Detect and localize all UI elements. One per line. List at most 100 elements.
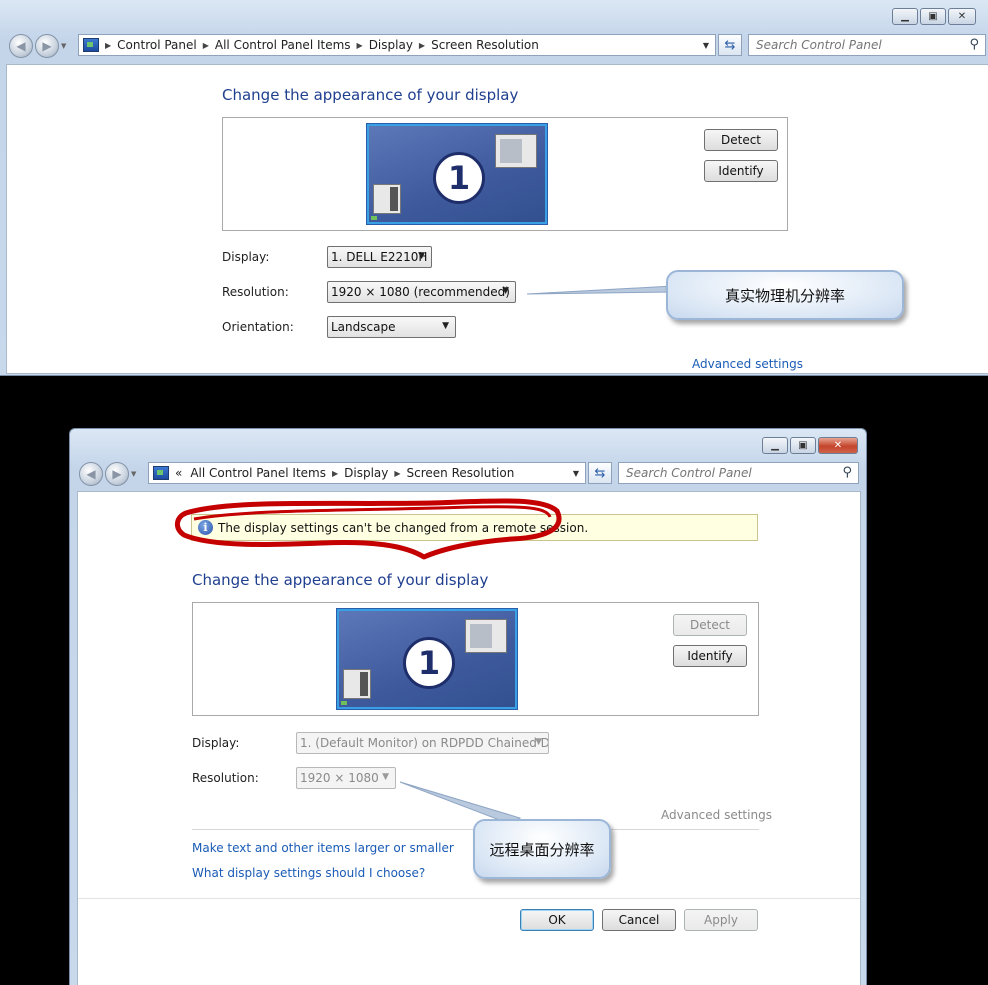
top-nav-buttons: ◀ ▶ ▼: [9, 32, 71, 60]
refresh-button[interactable]: ⇆: [588, 462, 612, 484]
maximize-button[interactable]: ▣: [920, 8, 946, 25]
monitor-number: 1: [403, 637, 455, 689]
breadcrumb-separator: ▶: [394, 468, 401, 478]
forward-arrow-icon: ▶: [112, 467, 122, 481]
breadcrumb-separator: ▶: [356, 40, 363, 50]
chevron-down-icon: ▼: [502, 286, 509, 296]
advanced-settings-link[interactable]: Advanced settings: [692, 357, 803, 371]
address-dropdown-icon[interactable]: ▼: [703, 41, 709, 50]
search-box[interactable]: ⚲: [748, 34, 986, 56]
refresh-button[interactable]: ⇆: [718, 34, 742, 56]
minimize-icon: ▁: [901, 11, 909, 22]
chevron-down-icon: ▼: [535, 737, 542, 747]
monitor-preview-box: 1 Detect Identify: [222, 117, 788, 231]
resolution-select[interactable]: 1920 × 1080 ▼: [296, 767, 396, 789]
bottom-nav-buttons: ◀ ▶ ▼: [79, 460, 141, 488]
maximize-button[interactable]: ▣: [790, 437, 816, 454]
minimize-button[interactable]: ▁: [892, 8, 918, 25]
bottom-content-pane: i The display settings can't be changed …: [77, 491, 861, 985]
identify-button[interactable]: Identify: [704, 160, 778, 182]
window-thumbnail-icon: [495, 134, 537, 168]
resolution-select-value: 1920 × 1080 (recommended): [331, 285, 510, 299]
breadcrumb-control-panel[interactable]: Control Panel: [117, 38, 197, 52]
control-panel-icon: [153, 466, 169, 480]
search-icon[interactable]: ⚲: [969, 37, 979, 52]
ok-button[interactable]: OK: [520, 909, 594, 931]
detect-button[interactable]: Detect: [673, 614, 747, 636]
close-icon: ✕: [957, 11, 967, 22]
monitor-preview-box: 1 Detect Identify: [192, 602, 759, 716]
breadcrumb-overflow[interactable]: «: [175, 466, 182, 480]
display-select[interactable]: 1. DELL E2210H ▼: [327, 246, 432, 268]
display-select[interactable]: 1. (Default Monitor) on RDPDD Chained DD…: [296, 732, 549, 754]
back-arrow-icon: ◀: [86, 467, 96, 481]
monitor-1-tile[interactable]: 1: [367, 124, 547, 224]
chevron-down-icon: ▼: [442, 321, 449, 331]
top-content-pane: Change the appearance of your display 1 …: [6, 64, 988, 374]
minimize-icon: ▁: [771, 440, 779, 451]
chevron-down-icon: ▼: [382, 772, 389, 782]
address-bar[interactable]: « All Control Panel Items ▶ Display ▶ Sc…: [148, 462, 586, 484]
remote-resolution-callout: 远程桌面分辨率: [473, 819, 611, 879]
page-title: Change the appearance of your display: [192, 571, 489, 589]
breadcrumb-all-items[interactable]: All Control Panel Items: [215, 38, 351, 52]
recent-pages-dropdown[interactable]: ▼: [131, 470, 141, 478]
cancel-button[interactable]: Cancel: [602, 909, 676, 931]
resolution-select-value: 1920 × 1080: [300, 771, 379, 785]
forward-button[interactable]: ▶: [105, 462, 129, 486]
monitor-1-tile[interactable]: 1: [337, 609, 517, 709]
page-title: Change the appearance of your display: [222, 86, 519, 104]
refresh-icon: ⇆: [724, 37, 736, 53]
close-button[interactable]: ✕: [818, 437, 858, 454]
chevron-down-icon: ▼: [418, 251, 425, 261]
close-icon: ✕: [833, 440, 843, 451]
search-input[interactable]: [626, 466, 826, 480]
back-arrow-icon: ◀: [16, 39, 26, 53]
text-size-link[interactable]: Make text and other items larger or smal…: [192, 841, 454, 855]
orientation-select[interactable]: Landscape ▼: [327, 316, 456, 338]
address-dropdown-icon[interactable]: ▼: [573, 469, 579, 478]
apply-button[interactable]: Apply: [684, 909, 758, 931]
start-button-icon: [341, 701, 347, 705]
control-panel-icon: [83, 38, 99, 52]
breadcrumb-display[interactable]: Display: [344, 466, 388, 480]
physical-resolution-callout: 真实物理机分辨率: [666, 270, 904, 320]
maximize-icon: ▣: [798, 440, 808, 451]
breadcrumb-display[interactable]: Display: [369, 38, 413, 52]
forward-button[interactable]: ▶: [35, 34, 59, 58]
monitor-number: 1: [433, 152, 485, 204]
resolution-label: Resolution:: [222, 285, 289, 299]
close-button[interactable]: ✕: [948, 8, 976, 25]
callout-pointer: [526, 285, 674, 295]
resolution-label: Resolution:: [192, 771, 259, 785]
display-select-value: 1. DELL E2210H: [331, 250, 428, 264]
breadcrumb-separator: ▶: [418, 40, 426, 50]
window-thumbnail-icon: [343, 669, 371, 699]
forward-arrow-icon: ▶: [42, 39, 52, 53]
back-button[interactable]: ◀: [9, 34, 33, 58]
address-bar[interactable]: ▶ Control Panel ▶ All Control Panel Item…: [78, 34, 716, 56]
red-annotation-scribble: [175, 498, 562, 560]
resolution-select[interactable]: 1920 × 1080 (recommended) ▼: [327, 281, 516, 303]
breadcrumb-all-items[interactable]: All Control Panel Items: [190, 466, 326, 480]
advanced-settings-link[interactable]: Advanced settings: [661, 808, 772, 822]
display-select-value: 1. (Default Monitor) on RDPDD Chained DD: [300, 736, 549, 750]
detect-button[interactable]: Detect: [704, 129, 778, 151]
display-label: Display:: [222, 250, 270, 264]
breadcrumb-separator: ▶: [202, 40, 209, 50]
recent-pages-dropdown[interactable]: ▼: [61, 42, 71, 50]
identify-button[interactable]: Identify: [673, 645, 747, 667]
breadcrumb-screen-resolution[interactable]: Screen Resolution: [407, 466, 515, 480]
back-button[interactable]: ◀: [79, 462, 103, 486]
breadcrumb-separator: ▶: [331, 468, 339, 478]
search-input[interactable]: [756, 38, 956, 52]
divider: [78, 898, 860, 899]
window-thumbnail-icon: [465, 619, 507, 653]
breadcrumb-screen-resolution[interactable]: Screen Resolution: [431, 38, 539, 52]
search-box[interactable]: ⚲: [618, 462, 859, 484]
minimize-button[interactable]: ▁: [762, 437, 788, 454]
display-help-link[interactable]: What display settings should I choose?: [192, 866, 425, 880]
top-window-controls: ▁ ▣ ✕: [892, 8, 976, 25]
bottom-window-controls: ▁ ▣ ✕: [762, 437, 858, 454]
search-icon[interactable]: ⚲: [842, 465, 852, 480]
